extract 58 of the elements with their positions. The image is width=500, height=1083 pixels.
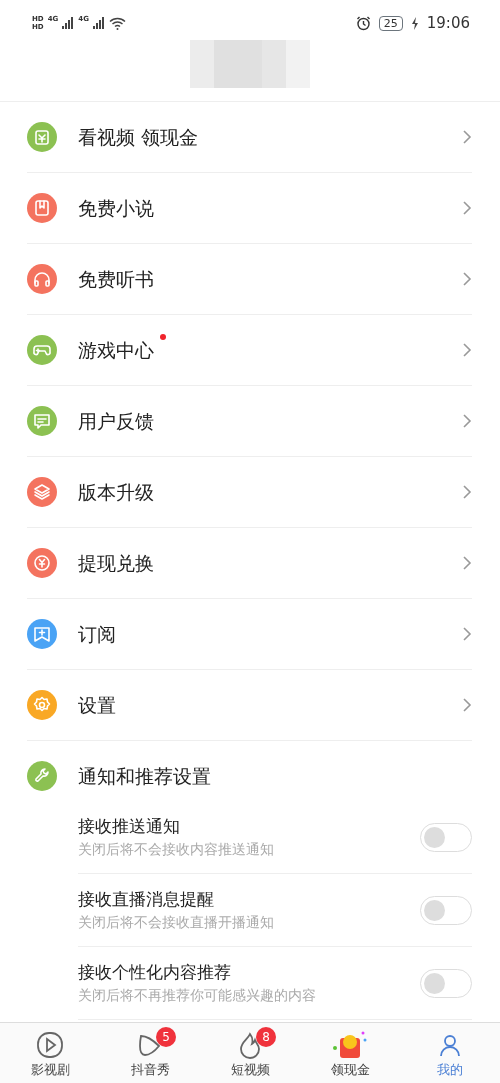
tab-label: 我的 <box>437 1060 463 1079</box>
chevron-right-icon <box>462 626 472 642</box>
toggle-switch[interactable] <box>420 895 472 925</box>
menu-label: 设置 <box>78 692 116 718</box>
setting-hint: 关闭后将不会接收内容推送通知 <box>78 840 275 860</box>
menu-item[interactable]: 订阅 <box>27 599 472 670</box>
chevron-right-icon <box>462 484 472 500</box>
tab-label: 短视频 <box>230 1060 270 1079</box>
chevron-right-icon <box>462 342 472 358</box>
tab-item[interactable]: 短视频 8 <box>200 1023 300 1083</box>
chevron-right-icon <box>462 129 472 145</box>
clock-time: 19:06 <box>426 12 470 34</box>
signal-icon <box>92 17 105 29</box>
tab-label: 抖音秀 <box>130 1060 170 1079</box>
toggle-switch[interactable] <box>420 822 472 852</box>
envelope-icon <box>332 1029 368 1060</box>
chevron-right-icon <box>462 413 472 429</box>
menu-item[interactable]: 设置 <box>27 670 472 741</box>
menu-item[interactable]: 游戏中心 <box>27 315 472 386</box>
menu-item[interactable]: 看视频 领现金 <box>27 102 472 173</box>
count-badge: 8 <box>256 1027 276 1047</box>
menu-item[interactable]: 用户反馈 <box>27 386 472 457</box>
count-badge: 5 <box>156 1027 176 1047</box>
setting-label: 接收推送通知 <box>78 814 181 838</box>
menu-item[interactable]: 版本升级 <box>27 457 472 528</box>
signal-icon <box>62 17 75 29</box>
menu-label: 订阅 <box>78 621 116 647</box>
menu-item[interactable]: 免费小说 <box>27 173 472 244</box>
section-title: 通知和推荐设置 <box>78 763 211 789</box>
menu-label: 免费小说 <box>78 195 154 221</box>
alarm-icon <box>355 15 371 31</box>
tab-item[interactable]: 我的 <box>400 1023 500 1083</box>
setting-label: 接收个性化内容推荐 <box>78 960 232 984</box>
charging-icon <box>410 16 419 30</box>
menu-item[interactable]: 提现兑换 <box>27 528 472 599</box>
tab-item[interactable]: 领现金 <box>300 1023 400 1083</box>
tab-label: 影视剧 <box>30 1060 70 1079</box>
wifi-icon <box>108 16 126 30</box>
menu-label: 提现兑换 <box>78 550 154 576</box>
menu-label: 看视频 领现金 <box>78 124 199 150</box>
menu-label: 版本升级 <box>78 479 154 505</box>
tab-label: 领现金 <box>330 1060 370 1079</box>
chevron-right-icon <box>462 555 472 571</box>
chevron-right-icon <box>462 271 472 287</box>
tab-item[interactable]: 影视剧 <box>0 1023 100 1083</box>
battery-level: 25 <box>378 15 403 31</box>
menu-label: 用户反馈 <box>78 408 154 434</box>
menu-label: 游戏中心 <box>78 335 154 365</box>
tab-item[interactable]: 抖音秀 5 <box>100 1023 200 1083</box>
play-icon <box>35 1029 65 1060</box>
chevron-right-icon <box>462 200 472 216</box>
setting-hint: 关闭后将不再推荐你可能感兴趣的内容 <box>78 986 317 1006</box>
setting-label: 接收直播消息提醒 <box>78 887 215 911</box>
menu-label: 免费听书 <box>78 266 154 292</box>
chevron-right-icon <box>462 697 472 713</box>
setting-hint: 关闭后将不会接收直播开播通知 <box>78 913 275 933</box>
menu-item[interactable]: 免费听书 <box>27 244 472 315</box>
toggle-switch[interactable] <box>420 968 472 998</box>
